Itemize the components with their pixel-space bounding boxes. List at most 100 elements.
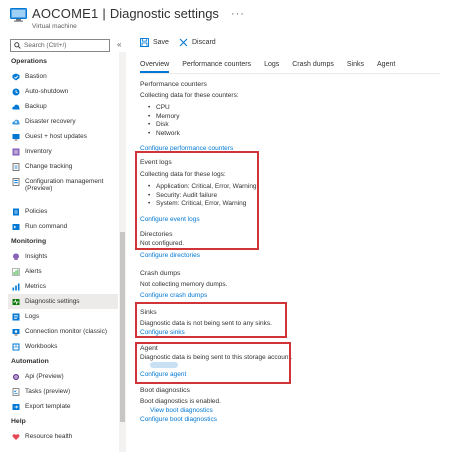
menu-item-label: Metrics bbox=[25, 282, 46, 290]
menu-item-label: Auto-shutdown bbox=[25, 87, 69, 95]
menu-item-auto-shutdown[interactable]: Auto-shutdown bbox=[8, 84, 118, 99]
highlight-sinks bbox=[135, 302, 287, 338]
crash-dumps-section: Crash dumps Not collecting memory dumps.… bbox=[140, 269, 460, 300]
section-description: Collecting data for these counters: bbox=[140, 92, 239, 99]
blade-header: AOCOME1 | Diagnostic settings ··· Virtua… bbox=[0, 0, 474, 36]
workbooks-icon bbox=[12, 343, 20, 350]
section-heading: Boot diagnostics bbox=[140, 387, 190, 394]
menu-item-label: Diagnostic settings bbox=[25, 297, 80, 305]
run-command-icon bbox=[12, 223, 20, 230]
menu-item-export-template[interactable]: Export template bbox=[8, 399, 118, 414]
collapse-menu-button[interactable]: « bbox=[117, 40, 121, 49]
api-icon bbox=[13, 373, 19, 380]
section-help: Help bbox=[11, 418, 26, 425]
directories-link-row: Configure directories bbox=[140, 251, 460, 260]
menu-item-inventory[interactable]: Inventory bbox=[8, 144, 118, 159]
heart-icon bbox=[12, 433, 20, 440]
configure-crash-dumps-link[interactable]: Configure crash dumps bbox=[140, 291, 207, 300]
change-tracking-icon bbox=[12, 162, 20, 171]
menu-item-bastion[interactable]: Bastion bbox=[8, 69, 118, 84]
menu-item-diagnostic-settings[interactable]: Diagnostic settings bbox=[8, 294, 118, 309]
section-status: Not collecting memory dumps. bbox=[140, 281, 228, 288]
settings-tabs: Overview Performance counters Logs Crash… bbox=[140, 61, 408, 73]
tab-sinks[interactable]: Sinks bbox=[347, 61, 364, 73]
more-options-button[interactable]: ··· bbox=[231, 8, 245, 20]
section-heading: Performance counters bbox=[140, 81, 207, 88]
metrics-icon bbox=[12, 283, 20, 290]
menu-item-tasks-preview[interactable]: Tasks (preview) bbox=[8, 384, 118, 399]
menu-item-label: Insights bbox=[25, 252, 48, 260]
backup-icon bbox=[12, 104, 20, 109]
menu-item-change-tracking[interactable]: Change tracking bbox=[8, 159, 118, 174]
menu-item-label: Run command bbox=[25, 222, 68, 230]
search-placeholder: Search (Ctrl+/) bbox=[24, 42, 67, 49]
highlight-agent bbox=[135, 342, 291, 384]
tab-performance-counters[interactable]: Performance counters bbox=[182, 61, 251, 73]
disaster-recovery-icon bbox=[12, 119, 20, 124]
tab-overview[interactable]: Overview bbox=[140, 61, 170, 73]
export-template-icon bbox=[12, 403, 20, 410]
menu-item-logs[interactable]: Logs bbox=[8, 309, 118, 324]
logs-icon bbox=[12, 313, 20, 320]
menu-item-guest-host-updates[interactable]: Guest + host updates bbox=[8, 129, 118, 144]
close-icon bbox=[179, 38, 188, 47]
save-icon bbox=[140, 38, 149, 47]
alerts-icon bbox=[12, 267, 20, 276]
view-boot-diagnostics-link[interactable]: View boot diagnostics bbox=[150, 406, 213, 415]
menu-item-workbooks[interactable]: Workbooks bbox=[8, 339, 118, 354]
menu-item-policies[interactable]: Policies bbox=[8, 204, 118, 219]
vm-name: AOCOME1 bbox=[32, 6, 99, 21]
highlight-event-logs-directories bbox=[135, 151, 259, 250]
tab-crash-dumps[interactable]: Crash dumps bbox=[292, 61, 334, 73]
bastion-icon bbox=[12, 73, 20, 80]
menu-item-label: Change tracking bbox=[25, 162, 73, 170]
discard-button[interactable]: Discard bbox=[179, 38, 216, 47]
menu-item-label: Workbooks bbox=[25, 342, 58, 350]
list-item: CPU bbox=[148, 104, 460, 113]
menu-item-label: Inventory bbox=[25, 147, 52, 155]
tab-agent[interactable]: Agent bbox=[377, 61, 395, 73]
list-item: Network bbox=[148, 130, 460, 139]
tab-logs[interactable]: Logs bbox=[264, 61, 279, 73]
tabs-divider bbox=[140, 73, 440, 74]
search-input[interactable]: Search (Ctrl+/) bbox=[10, 39, 110, 52]
menu-scrollbar-thumb[interactable] bbox=[120, 232, 125, 422]
performance-counters-section: Performance counters Collecting data for… bbox=[140, 80, 460, 153]
search-icon bbox=[14, 42, 21, 49]
menu-item-label: Guest + host updates bbox=[25, 132, 87, 140]
connection-monitor-icon bbox=[12, 328, 20, 335]
menu-item-label: Resource health bbox=[25, 432, 73, 440]
menu-item-label: Backup bbox=[25, 102, 47, 110]
menu-item-metrics[interactable]: Metrics bbox=[8, 279, 118, 294]
menu-item-run-command[interactable]: Run command bbox=[8, 219, 118, 234]
title-separator: | bbox=[102, 6, 106, 21]
updates-icon bbox=[12, 133, 20, 140]
section-monitoring: Monitoring bbox=[11, 238, 47, 245]
menu-item-insights[interactable]: Insights bbox=[8, 249, 118, 264]
menu-item-backup[interactable]: Backup bbox=[8, 99, 118, 114]
configure-boot-diagnostics-link[interactable]: Configure boot diagnostics bbox=[140, 415, 217, 424]
menu-item-label: Connection monitor (classic) bbox=[25, 327, 108, 335]
section-automation: Automation bbox=[11, 358, 49, 365]
menu-item-label: Disaster recovery bbox=[25, 117, 76, 125]
list-item: Disk bbox=[148, 121, 460, 130]
menu-item-alerts[interactable]: Alerts bbox=[8, 264, 118, 279]
insights-icon bbox=[13, 253, 19, 260]
configure-directories-link[interactable]: Configure directories bbox=[140, 251, 200, 260]
section-status: Boot diagnostics is enabled. bbox=[140, 398, 221, 405]
save-button[interactable]: Save bbox=[140, 38, 169, 47]
menu-list: Operations Bastion Auto-shutdown Backup … bbox=[8, 54, 118, 444]
virtual-machine-icon bbox=[10, 8, 27, 22]
menu-item-resource-health[interactable]: Resource health bbox=[8, 429, 118, 444]
menu-item-disaster-recovery[interactable]: Disaster recovery bbox=[8, 114, 118, 129]
command-bar: Save Discard bbox=[140, 38, 226, 47]
menu-item-configuration-management[interactable]: Configuration management (Preview) bbox=[8, 174, 118, 204]
policies-icon bbox=[13, 208, 19, 215]
menu-item-label: Logs bbox=[25, 312, 40, 320]
resource-type: Virtual machine bbox=[32, 23, 77, 30]
counter-list: CPU Memory Disk Network bbox=[140, 104, 460, 138]
menu-item-api-preview[interactable]: Api (Preview) bbox=[8, 369, 118, 384]
menu-item-label: Export template bbox=[25, 402, 71, 410]
section-heading: Crash dumps bbox=[140, 270, 181, 277]
menu-item-connection-monitor[interactable]: Connection monitor (classic) bbox=[8, 324, 118, 339]
